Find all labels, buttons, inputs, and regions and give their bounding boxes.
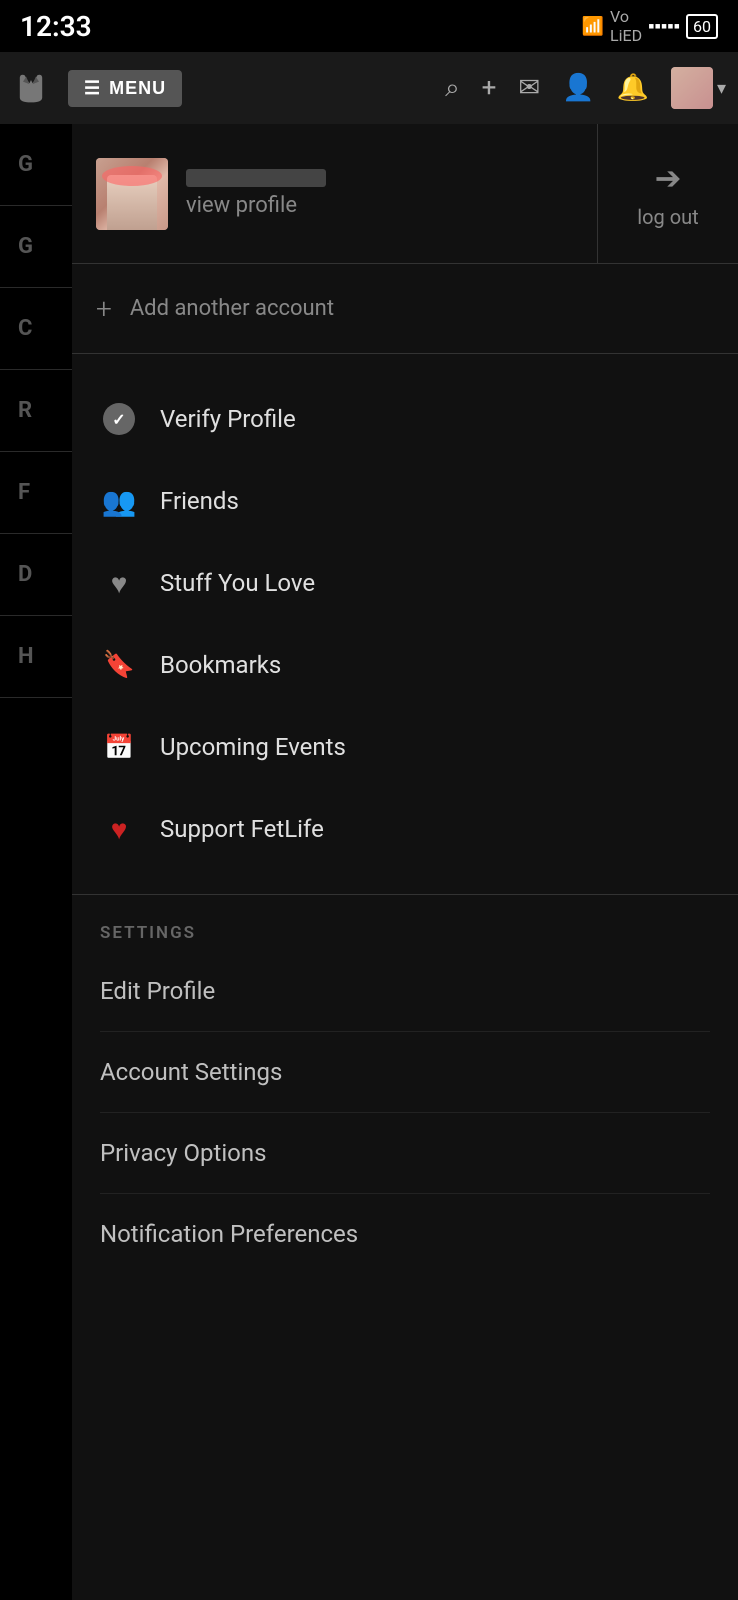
settings-title: SETTINGS bbox=[100, 923, 710, 943]
menu-button[interactable]: ☰ MENU bbox=[68, 70, 182, 107]
menu-item-bookmarks[interactable]: 🔖 Bookmarks bbox=[72, 624, 738, 706]
profile-username-blur bbox=[186, 169, 326, 187]
profile-left[interactable]: view profile bbox=[72, 124, 598, 263]
bg-letter-h: H bbox=[0, 616, 72, 698]
verify-profile-label: Verify Profile bbox=[160, 405, 296, 433]
logout-label: log out bbox=[637, 205, 698, 229]
menu-item-support-fetlife[interactable]: ♥ Support FetLife bbox=[72, 788, 738, 870]
settings-section: SETTINGS Edit Profile Account Settings P… bbox=[72, 895, 738, 1274]
bars-icon: ▪▪▪▪▪ bbox=[648, 16, 680, 37]
view-profile-link[interactable]: view profile bbox=[186, 193, 326, 218]
plus-icon: + bbox=[96, 292, 112, 325]
settings-item-edit-profile[interactable]: Edit Profile bbox=[100, 951, 710, 1032]
bg-sidebar: G G C R F D H bbox=[0, 124, 72, 698]
bookmarks-label: Bookmarks bbox=[160, 651, 281, 679]
bookmark-shape-icon: 🔖 bbox=[103, 650, 135, 680]
menu-label: MENU bbox=[109, 78, 166, 99]
edit-profile-label: Edit Profile bbox=[100, 977, 215, 1005]
menu-item-friends[interactable]: 👥 Friends bbox=[72, 460, 738, 542]
nav-avatar bbox=[671, 67, 713, 109]
menu-item-verify-profile[interactable]: Verify Profile bbox=[72, 378, 738, 460]
bg-letter-r: R bbox=[0, 370, 72, 452]
verify-icon bbox=[100, 400, 138, 438]
status-bar: 12:33 📶 VoLiED ▪▪▪▪▪ 60 bbox=[0, 0, 738, 52]
dropdown-arrow-icon: ▾ bbox=[717, 78, 726, 99]
profile-icon[interactable]: 👤 bbox=[562, 73, 594, 103]
account-settings-label: Account Settings bbox=[100, 1058, 282, 1086]
bookmark-icon: 🔖 bbox=[100, 646, 138, 684]
verify-badge-icon bbox=[103, 403, 135, 435]
profile-avatar bbox=[96, 158, 168, 230]
logout-section[interactable]: ➔ log out bbox=[598, 124, 738, 263]
bg-letter-g2: G bbox=[0, 206, 72, 288]
friends-label: Friends bbox=[160, 487, 239, 515]
logo-svg bbox=[15, 72, 47, 104]
heart-icon: ♥ bbox=[100, 564, 138, 602]
status-time: 12:33 bbox=[20, 10, 92, 43]
add-account-section[interactable]: + Add another account bbox=[72, 264, 738, 354]
dropdown-menu: view profile ➔ log out + Add another acc… bbox=[72, 124, 738, 1600]
support-fetlife-label: Support FetLife bbox=[160, 815, 324, 843]
avatar-wrapper[interactable]: ▾ bbox=[671, 67, 726, 109]
menu-item-upcoming-events[interactable]: 📅 Upcoming Events bbox=[72, 706, 738, 788]
menu-items: Verify Profile 👥 Friends ♥ Stuff You Lov… bbox=[72, 354, 738, 895]
notification-icon[interactable]: 🔔 bbox=[617, 73, 649, 103]
battery-icon: 60 bbox=[686, 14, 718, 39]
status-icons: 📶 VoLiED ▪▪▪▪▪ 60 bbox=[582, 7, 718, 45]
profile-info: view profile bbox=[186, 169, 326, 218]
add-account-label: Add another account bbox=[130, 296, 334, 321]
fetlife-logo-icon bbox=[12, 69, 50, 107]
search-icon[interactable]: ⌕ bbox=[445, 73, 460, 104]
bg-letter-g: G bbox=[0, 124, 72, 206]
navbar: ☰ MENU ⌕ + ✉ 👤 🔔 ▾ bbox=[0, 52, 738, 124]
bg-letter-c: C bbox=[0, 288, 72, 370]
nav-icons: ⌕ + ✉ 👤 🔔 ▾ bbox=[445, 67, 726, 109]
friends-people-icon: 👥 bbox=[102, 485, 137, 518]
calendar-shape-icon: 📅 bbox=[104, 733, 134, 761]
settings-item-privacy-options[interactable]: Privacy Options bbox=[100, 1113, 710, 1194]
hamburger-icon: ☰ bbox=[84, 78, 101, 99]
profile-avatar-inner bbox=[96, 158, 168, 230]
upcoming-events-label: Upcoming Events bbox=[160, 733, 346, 761]
bg-letter-f: F bbox=[0, 452, 72, 534]
signal-icon: VoLiED bbox=[610, 7, 642, 45]
notification-preferences-label: Notification Preferences bbox=[100, 1220, 358, 1248]
settings-item-account-settings[interactable]: Account Settings bbox=[100, 1032, 710, 1113]
heart-shape-icon: ♥ bbox=[111, 567, 128, 600]
friends-icon: 👥 bbox=[100, 482, 138, 520]
wifi-icon: 📶 bbox=[582, 16, 604, 37]
nav-avatar-img bbox=[671, 67, 713, 109]
profile-section: view profile ➔ log out bbox=[72, 124, 738, 264]
settings-item-notification-preferences[interactable]: Notification Preferences bbox=[100, 1194, 710, 1274]
mail-icon[interactable]: ✉ bbox=[518, 73, 540, 103]
support-heart-icon: ♥ bbox=[100, 810, 138, 848]
bg-letter-d: D bbox=[0, 534, 72, 616]
red-heart-icon: ♥ bbox=[111, 813, 128, 846]
privacy-options-label: Privacy Options bbox=[100, 1139, 267, 1167]
menu-item-stuff-you-love[interactable]: ♥ Stuff You Love bbox=[72, 542, 738, 624]
logout-icon: ➔ bbox=[655, 159, 682, 197]
stuff-you-love-label: Stuff You Love bbox=[160, 569, 315, 597]
add-icon[interactable]: + bbox=[482, 73, 497, 103]
calendar-icon: 📅 bbox=[100, 728, 138, 766]
